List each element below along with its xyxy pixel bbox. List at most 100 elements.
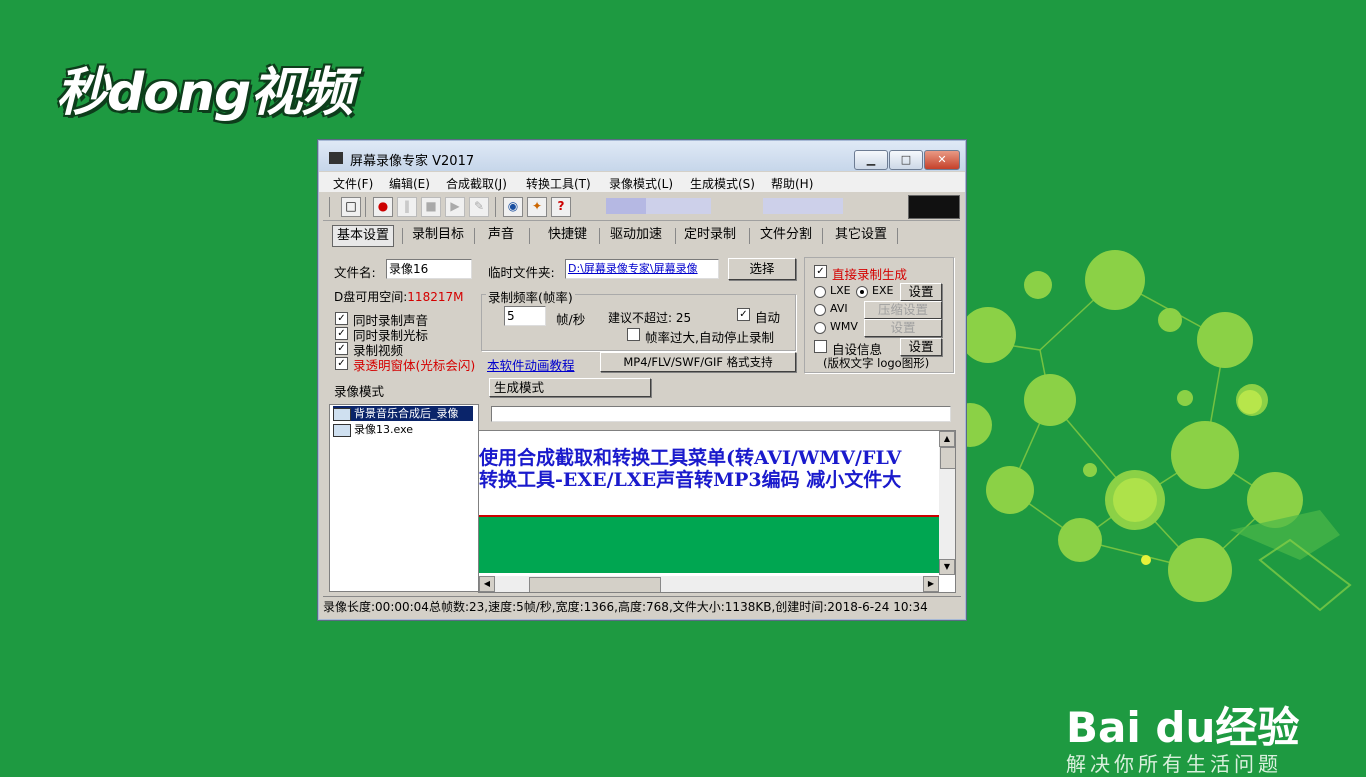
tab-sound[interactable]: 声音: [484, 225, 518, 245]
menu-edit[interactable]: 编辑(E): [389, 175, 430, 192]
vertical-scrollbar[interactable]: ▲ ▼: [939, 431, 955, 575]
tab-split[interactable]: 文件分割: [756, 225, 816, 245]
exe-label: EXE: [872, 284, 894, 297]
baidu-logo-text: Bai du经验: [1066, 703, 1300, 752]
exe-settings-button[interactable]: 设置: [900, 283, 942, 301]
auto-stop-label: 帧率过大,自动停止录制: [645, 330, 774, 345]
tab-driver[interactable]: 驱动加速: [606, 225, 666, 245]
menu-record-mode[interactable]: 录像模式(L): [609, 175, 673, 192]
miaodong-logo: 秒dong视频: [52, 44, 362, 123]
window-title: 屏幕录像专家 V2017: [350, 154, 475, 169]
auto-stop-checkbox[interactable]: [627, 328, 640, 341]
maximize-button[interactable]: □: [889, 150, 923, 170]
preview-text-line2: 转换工具-EXE/LXE声音转MP3编码 减小文件大: [479, 469, 902, 491]
auto-framerate-checkbox[interactable]: ✓: [737, 308, 750, 321]
preview-green-area: [479, 517, 939, 573]
record-icon[interactable]: ●: [373, 197, 393, 217]
menu-file[interactable]: 文件(F): [333, 175, 373, 192]
avi-radio[interactable]: [814, 304, 826, 316]
close-button[interactable]: ✕: [924, 150, 960, 170]
baidu-slogan: 解决你所有生活问题: [1066, 752, 1282, 776]
browse-button[interactable]: 选择: [728, 258, 796, 280]
menu-help[interactable]: 帮助(H): [771, 175, 813, 192]
globe-icon[interactable]: ◉: [503, 197, 523, 217]
video-file-icon: [333, 407, 351, 421]
minimize-button[interactable]: ▁: [854, 150, 888, 170]
record-cursor-checkbox[interactable]: ✓: [335, 327, 348, 340]
format-support-button[interactable]: MP4/FLV/SWF/GIF 格式支持: [600, 352, 796, 372]
progress-segment: [646, 198, 711, 214]
new-file-icon[interactable]: □: [341, 197, 361, 217]
custom-info-checkbox[interactable]: [814, 340, 827, 353]
direct-generate-label: 直接录制生成: [832, 267, 908, 282]
pause-icon[interactable]: ‖: [397, 197, 417, 217]
disk-space-label: D盘可用空间:118217M: [334, 290, 464, 304]
list-item[interactable]: 录像13.exe: [333, 422, 413, 437]
preview-thumbnail: [908, 195, 960, 219]
framerate-group-label: 录制频率(帧率): [486, 287, 575, 306]
toolbar: □ ● ‖ ■ ▶ ✎ ◉ ✦ ?: [323, 194, 960, 221]
temp-folder-label: 临时文件夹:: [488, 265, 555, 280]
horizontal-scrollbar[interactable]: ◀ ▶: [479, 576, 939, 592]
miaodong-logo-text: 秒dong视频: [56, 63, 353, 123]
filename-input[interactable]: 录像16: [386, 259, 472, 279]
progress-segment: [763, 198, 843, 214]
tab-timer[interactable]: 定时录制: [680, 225, 740, 245]
lxe-label: LXE: [830, 284, 851, 297]
wmv-label: WMV: [830, 320, 858, 333]
scroll-down-icon[interactable]: ▼: [939, 559, 955, 575]
disk-space-value: 118217M: [407, 290, 464, 304]
direct-generate-checkbox[interactable]: ✓: [814, 265, 827, 278]
framerate-hint: 建议不超过: 25: [608, 311, 692, 325]
wmv-settings-button[interactable]: 设置: [864, 319, 942, 337]
menu-convert[interactable]: 转换工具(T): [526, 175, 591, 192]
list-item[interactable]: 背景音乐合成后_录像: [333, 406, 473, 421]
record-transparent-label: 录透明窗体(光标会闪): [353, 358, 476, 373]
menu-compose[interactable]: 合成截取(J): [446, 175, 507, 192]
camera-icon[interactable]: ▶: [445, 197, 465, 217]
settings-tabs: 基本设置 录制目标 声音 快捷键 驱动加速 定时录制 文件分割 其它设置: [332, 225, 902, 247]
progress-segment: [606, 198, 646, 214]
lxe-radio[interactable]: [814, 286, 826, 298]
filename-label: 文件名:: [334, 265, 376, 280]
custom-info-settings-button[interactable]: 设置: [900, 338, 942, 356]
title-bar[interactable]: 屏幕录像专家 V2017 ▁ □ ✕: [319, 141, 965, 171]
framerate-unit: 帧/秒: [556, 312, 586, 327]
tools-icon[interactable]: ✦: [527, 197, 547, 217]
compress-settings-button[interactable]: 压缩设置: [864, 301, 942, 319]
menu-generate-mode[interactable]: 生成模式(S): [690, 175, 755, 192]
temp-folder-input[interactable]: D:\屏幕录像专家\屏幕录像: [565, 259, 719, 279]
record-transparent-checkbox[interactable]: ✓: [335, 357, 348, 370]
horizontal-scroll-thumb[interactable]: [529, 577, 661, 592]
generate-mode-header[interactable]: 生成模式: [489, 378, 651, 397]
scroll-right-icon[interactable]: ▶: [923, 576, 939, 592]
recording-list[interactable]: 背景音乐合成后_录像 录像13.exe: [329, 404, 479, 592]
video-file-icon: [333, 423, 351, 437]
stop-icon[interactable]: ■: [421, 197, 441, 217]
app-icon: [329, 152, 343, 164]
tutorial-link[interactable]: 本软件动画教程: [487, 355, 575, 374]
app-window: 屏幕录像专家 V2017 ▁ □ ✕ 文件(F) 编辑(E) 合成截取(J) 转…: [317, 139, 967, 621]
vertical-scroll-thumb[interactable]: [940, 447, 955, 469]
generate-mode-field[interactable]: [491, 406, 951, 422]
lightbulb-illustration: [960, 250, 1352, 612]
tab-basic[interactable]: 基本设置: [332, 225, 395, 247]
help-icon[interactable]: ?: [551, 197, 571, 217]
logo-hint: (版权文字 logo图形): [823, 356, 930, 370]
wmv-radio[interactable]: [814, 322, 826, 334]
tab-other[interactable]: 其它设置: [831, 225, 891, 245]
record-video-checkbox[interactable]: ✓: [335, 342, 348, 355]
preview-pane: 使用合成截取和转换工具菜单(转AVI/WMV/FLV 转换工具-EXE/LXE声…: [478, 430, 956, 593]
scroll-up-icon[interactable]: ▲: [939, 431, 955, 447]
tab-hotkey[interactable]: 快捷键: [544, 225, 591, 245]
menu-bar: 文件(F) 编辑(E) 合成截取(J) 转换工具(T) 录像模式(L) 生成模式…: [319, 172, 965, 192]
scroll-left-icon[interactable]: ◀: [479, 576, 495, 592]
framerate-input[interactable]: 5: [504, 306, 546, 326]
exe-radio[interactable]: [856, 286, 868, 298]
auto-framerate-label: 自动: [755, 310, 781, 325]
pencil-icon[interactable]: ✎: [469, 197, 489, 217]
baidu-jingyan-logo: Bai du经验 解决你所有生活问题: [1060, 668, 1366, 776]
avi-label: AVI: [830, 302, 848, 315]
record-sound-checkbox[interactable]: ✓: [335, 312, 348, 325]
tab-target[interactable]: 录制目标: [408, 225, 468, 245]
